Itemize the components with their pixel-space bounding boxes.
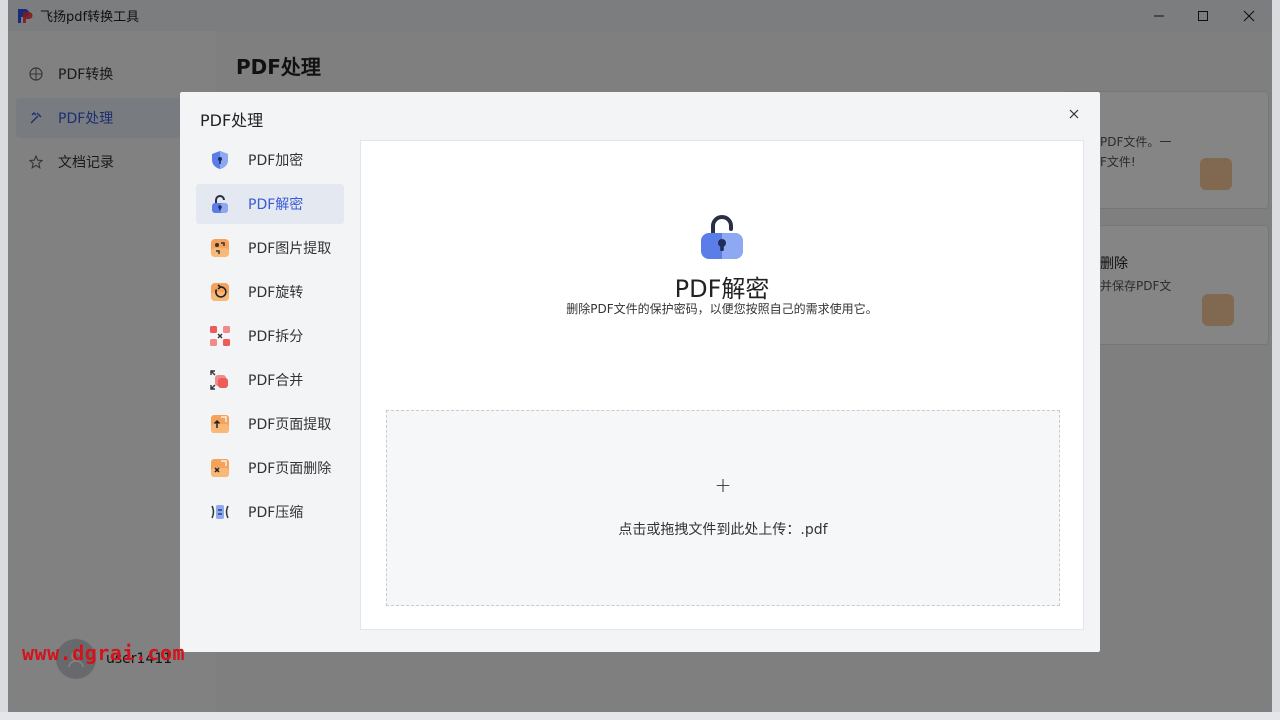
shield-icon [208,148,232,172]
menu-item-pdf-split[interactable]: PDF拆分 [196,316,344,356]
upload-hint: 点击或拖拽文件到此处上传：.pdf [618,522,828,538]
menu-item-pdf-rotate[interactable]: PDF旋转 [196,272,344,312]
menu-item-label: PDF页面提取 [248,417,332,433]
page-delete-icon [208,456,232,480]
menu-item-label: PDF旋转 [248,285,304,301]
panel-description: 删除PDF文件的保护密码，以便您按照自己的需求使用它。 [566,302,878,316]
menu-item-pdf-page-extract[interactable]: PDF页面提取 [196,404,344,444]
compress-icon [208,500,232,524]
menu-item-pdf-decrypt[interactable]: PDF解密 [196,184,344,224]
merge-icon [208,368,232,392]
menu-item-label: PDF压缩 [248,505,304,521]
rotate-icon [208,280,232,304]
upload-dropzone[interactable]: + 点击或拖拽文件到此处上传：.pdf [386,410,1060,606]
split-icon [208,324,232,348]
menu-item-label: PDF页面删除 [248,461,332,477]
desktop-edge-left [0,0,8,720]
watermark: www.dgrai.com [22,641,186,665]
menu-item-pdf-page-delete[interactable]: PDF页面删除 [196,448,344,488]
desktop-edge-bottom [0,712,1280,720]
page-extract-icon [208,412,232,436]
menu-item-label: PDF合并 [248,373,304,389]
menu-item-label: PDF拆分 [248,329,304,345]
modal-title: PDF处理 [200,111,264,130]
pdf-process-modal: PDF处理 PDF加密 PDF解密 PDF图片提取 PDF旋转 PDF拆分 PD… [180,92,1100,652]
menu-item-pdf-merge[interactable]: PDF合并 [196,360,344,400]
menu-item-pdf-image-extract[interactable]: PDF图片提取 [196,228,344,268]
menu-item-label: PDF解密 [248,197,304,213]
unlock-icon [208,192,232,216]
menu-item-pdf-encrypt[interactable]: PDF加密 [196,140,344,180]
menu-item-label: PDF图片提取 [248,241,332,257]
menu-item-pdf-compress[interactable]: PDF压缩 [196,492,344,532]
panel-heading: PDF解密 [674,275,770,303]
menu-item-label: PDF加密 [248,153,304,169]
desktop-edge-right [1272,0,1280,720]
decrypt-panel: PDF解密 删除PDF文件的保护密码，以便您按照自己的需求使用它。 + 点击或拖… [360,140,1084,630]
close-icon[interactable] [1066,106,1082,122]
unlock-icon [697,211,747,261]
plus-icon: + [714,473,732,497]
image-extract-icon [208,236,232,260]
